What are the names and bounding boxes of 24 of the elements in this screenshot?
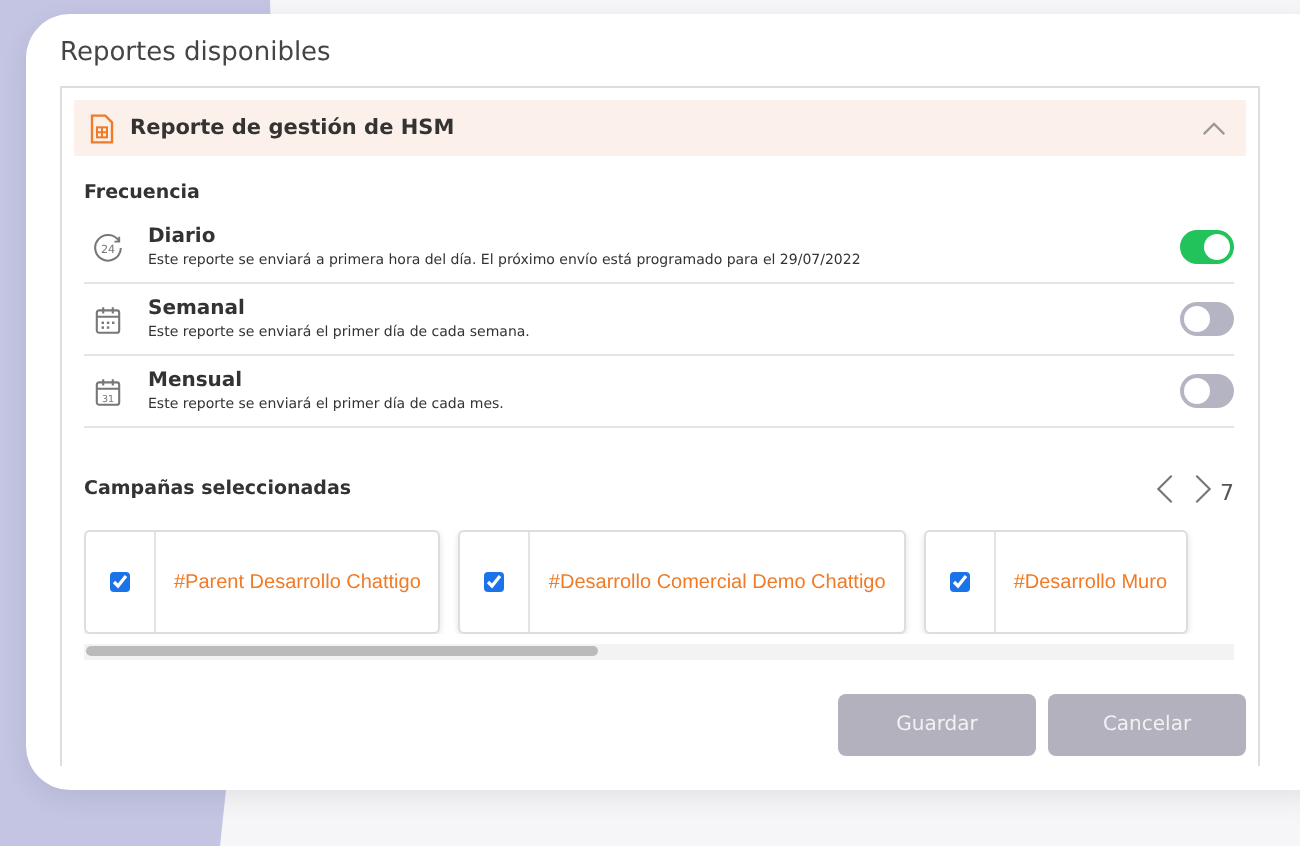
report-name: Reporte de gestión de HSM xyxy=(130,116,457,140)
checkbox[interactable] xyxy=(110,572,130,592)
toggle-switch[interactable] xyxy=(1180,374,1234,408)
campaign-name: #Desarrollo Comercial Demo Chattigo xyxy=(546,569,888,597)
checkbox[interactable] xyxy=(484,572,505,592)
campaign-name: #Parent Desarrollo Chattigo xyxy=(172,569,423,597)
spreadsheet-file-icon xyxy=(90,113,114,143)
section-heading: Campañas seleccionadas xyxy=(84,477,354,499)
calendar-icon xyxy=(92,303,124,335)
frequency-name: Diario xyxy=(148,226,218,248)
toggle-switch[interactable] xyxy=(1180,230,1234,264)
frequency-name: Mensual xyxy=(148,370,245,392)
chevron-up-icon[interactable] xyxy=(1202,121,1226,135)
chevron-left-icon[interactable] xyxy=(1156,473,1174,503)
campaign-name: #Desarrollo Muro xyxy=(1011,569,1170,597)
campaign-count: 7 xyxy=(1220,479,1234,505)
scrollbar-thumb[interactable] xyxy=(86,646,598,656)
checkbox[interactable] xyxy=(949,572,970,592)
dialog-title: Reportes disponibles xyxy=(60,38,333,68)
report-header[interactable]: Reporte de gestión de HSM xyxy=(74,100,1246,156)
toggle-switch[interactable] xyxy=(1180,302,1234,336)
chevron-right-icon[interactable] xyxy=(1194,473,1212,503)
frequency-name: Semanal xyxy=(148,298,247,320)
section-heading: Frecuencia xyxy=(84,182,202,204)
